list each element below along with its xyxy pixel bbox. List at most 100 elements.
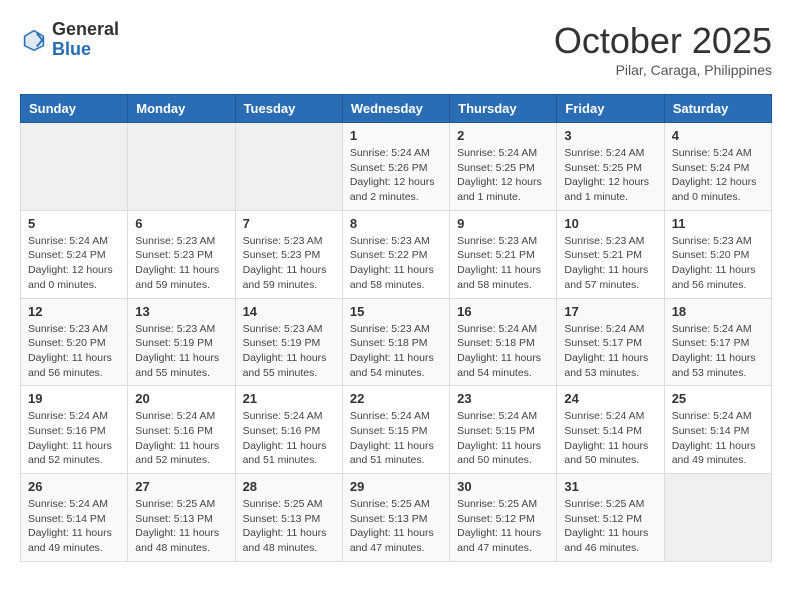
location-text: Pilar, Caraga, Philippines: [554, 62, 772, 78]
day-number: 9: [457, 216, 549, 231]
day-info: Sunrise: 5:24 AM Sunset: 5:18 PM Dayligh…: [457, 322, 549, 381]
day-info: Sunrise: 5:23 AM Sunset: 5:19 PM Dayligh…: [243, 322, 335, 381]
day-info: Sunrise: 5:24 AM Sunset: 5:17 PM Dayligh…: [672, 322, 764, 381]
weekday-header-tuesday: Tuesday: [235, 95, 342, 123]
calendar-cell: 13 Sunrise: 5:23 AM Sunset: 5:19 PM Dayli…: [128, 298, 235, 386]
calendar-cell: 21Sunrise: 5:24 AM Sunset: 5:16 PM Dayli…: [235, 386, 342, 474]
day-number: 7: [243, 216, 335, 231]
day-number: 12: [28, 304, 120, 319]
calendar-cell: 19 Sunrise: 5:24 AM Sunset: 5:16 PM Dayli…: [21, 386, 128, 474]
calendar-cell: 2 Sunrise: 5:24 AM Sunset: 5:25 PM Daylig…: [450, 123, 557, 211]
day-number: 25: [672, 391, 764, 406]
day-info: Sunrise: 5:24 AM Sunset: 5:14 PM Dayligh…: [672, 409, 764, 468]
calendar-cell: 26 Sunrise: 5:24 AM Sunset: 5:14 PM Dayli…: [21, 474, 128, 562]
calendar-table: SundayMondayTuesdayWednesdayThursdayFrid…: [20, 94, 772, 562]
logo-blue-text: Blue: [52, 39, 91, 59]
weekday-header-sunday: Sunday: [21, 95, 128, 123]
day-number: 2: [457, 128, 549, 143]
day-info: Sunrise: 5:24 AM Sunset: 5:24 PM Dayligh…: [672, 146, 764, 205]
calendar-cell: [664, 474, 771, 562]
calendar-cell: 11Sunrise: 5:23 AM Sunset: 5:20 PM Dayli…: [664, 210, 771, 298]
calendar-cell: 23 Sunrise: 5:24 AM Sunset: 5:15 PM Dayli…: [450, 386, 557, 474]
calendar-cell: 14 Sunrise: 5:23 AM Sunset: 5:19 PM Dayli…: [235, 298, 342, 386]
day-number: 26: [28, 479, 120, 494]
day-info: Sunrise: 5:25 AM Sunset: 5:13 PM Dayligh…: [243, 497, 335, 556]
week-row-2: 5Sunrise: 5:24 AM Sunset: 5:24 PM Daylig…: [21, 210, 772, 298]
calendar-cell: 17 Sunrise: 5:24 AM Sunset: 5:17 PM Dayli…: [557, 298, 664, 386]
weekday-header-wednesday: Wednesday: [342, 95, 449, 123]
weekday-header-saturday: Saturday: [664, 95, 771, 123]
day-number: 20: [135, 391, 227, 406]
day-info: Sunrise: 5:23 AM Sunset: 5:19 PM Dayligh…: [135, 322, 227, 381]
day-info: Sunrise: 5:24 AM Sunset: 5:16 PM Dayligh…: [243, 409, 335, 468]
title-block: October 2025 Pilar, Caraga, Philippines: [554, 20, 772, 78]
logo-icon: [20, 26, 48, 54]
logo: General Blue: [20, 20, 119, 60]
calendar-cell: 6Sunrise: 5:23 AM Sunset: 5:23 PM Daylig…: [128, 210, 235, 298]
calendar-cell: 4 Sunrise: 5:24 AM Sunset: 5:24 PM Daylig…: [664, 123, 771, 211]
day-number: 8: [350, 216, 442, 231]
day-number: 13: [135, 304, 227, 319]
day-number: 17: [564, 304, 656, 319]
weekday-header-friday: Friday: [557, 95, 664, 123]
weekday-header-thursday: Thursday: [450, 95, 557, 123]
day-info: Sunrise: 5:24 AM Sunset: 5:15 PM Dayligh…: [457, 409, 549, 468]
day-info: Sunrise: 5:25 AM Sunset: 5:12 PM Dayligh…: [564, 497, 656, 556]
calendar-cell: 3 Sunrise: 5:24 AM Sunset: 5:25 PM Daylig…: [557, 123, 664, 211]
calendar-cell: [235, 123, 342, 211]
day-number: 28: [243, 479, 335, 494]
day-info: Sunrise: 5:23 AM Sunset: 5:23 PM Dayligh…: [243, 234, 335, 293]
week-row-1: 1Sunrise: 5:24 AM Sunset: 5:26 PM Daylig…: [21, 123, 772, 211]
day-info: Sunrise: 5:23 AM Sunset: 5:21 PM Dayligh…: [564, 234, 656, 293]
day-number: 18: [672, 304, 764, 319]
day-number: 22: [350, 391, 442, 406]
calendar-cell: 10Sunrise: 5:23 AM Sunset: 5:21 PM Dayli…: [557, 210, 664, 298]
day-number: 27: [135, 479, 227, 494]
day-info: Sunrise: 5:24 AM Sunset: 5:25 PM Dayligh…: [457, 146, 549, 205]
calendar-cell: 1Sunrise: 5:24 AM Sunset: 5:26 PM Daylig…: [342, 123, 449, 211]
day-info: Sunrise: 5:24 AM Sunset: 5:24 PM Dayligh…: [28, 234, 120, 293]
day-info: Sunrise: 5:24 AM Sunset: 5:14 PM Dayligh…: [28, 497, 120, 556]
calendar-cell: 24 Sunrise: 5:24 AM Sunset: 5:14 PM Dayli…: [557, 386, 664, 474]
month-title: October 2025: [554, 20, 772, 62]
day-info: Sunrise: 5:24 AM Sunset: 5:14 PM Dayligh…: [564, 409, 656, 468]
day-info: Sunrise: 5:23 AM Sunset: 5:21 PM Dayligh…: [457, 234, 549, 293]
calendar-cell: 5Sunrise: 5:24 AM Sunset: 5:24 PM Daylig…: [21, 210, 128, 298]
week-row-3: 12Sunrise: 5:23 AM Sunset: 5:20 PM Dayli…: [21, 298, 772, 386]
day-number: 23: [457, 391, 549, 406]
day-number: 6: [135, 216, 227, 231]
day-number: 24: [564, 391, 656, 406]
day-info: Sunrise: 5:24 AM Sunset: 5:17 PM Dayligh…: [564, 322, 656, 381]
calendar-cell: [21, 123, 128, 211]
day-info: Sunrise: 5:24 AM Sunset: 5:15 PM Dayligh…: [350, 409, 442, 468]
calendar-cell: 22 Sunrise: 5:24 AM Sunset: 5:15 PM Dayli…: [342, 386, 449, 474]
page-header: General Blue October 2025 Pilar, Caraga,…: [20, 20, 772, 78]
calendar-cell: 16 Sunrise: 5:24 AM Sunset: 5:18 PM Dayli…: [450, 298, 557, 386]
calendar-cell: 18 Sunrise: 5:24 AM Sunset: 5:17 PM Dayli…: [664, 298, 771, 386]
calendar-cell: 30Sunrise: 5:25 AM Sunset: 5:12 PM Dayli…: [450, 474, 557, 562]
calendar-cell: 20 Sunrise: 5:24 AM Sunset: 5:16 PM Dayli…: [128, 386, 235, 474]
day-info: Sunrise: 5:24 AM Sunset: 5:16 PM Dayligh…: [135, 409, 227, 468]
day-number: 14: [243, 304, 335, 319]
day-number: 31: [564, 479, 656, 494]
weekday-header-monday: Monday: [128, 95, 235, 123]
calendar-cell: 25 Sunrise: 5:24 AM Sunset: 5:14 PM Dayli…: [664, 386, 771, 474]
day-number: 30: [457, 479, 549, 494]
day-number: 1: [350, 128, 442, 143]
week-row-5: 26 Sunrise: 5:24 AM Sunset: 5:14 PM Dayli…: [21, 474, 772, 562]
calendar-cell: 15Sunrise: 5:23 AM Sunset: 5:18 PM Dayli…: [342, 298, 449, 386]
calendar-cell: [128, 123, 235, 211]
day-number: 16: [457, 304, 549, 319]
week-row-4: 19 Sunrise: 5:24 AM Sunset: 5:16 PM Dayli…: [21, 386, 772, 474]
calendar-cell: 7 Sunrise: 5:23 AM Sunset: 5:23 PM Daylig…: [235, 210, 342, 298]
day-info: Sunrise: 5:24 AM Sunset: 5:25 PM Dayligh…: [564, 146, 656, 205]
logo-general-text: General: [52, 19, 119, 39]
calendar-cell: 8Sunrise: 5:23 AM Sunset: 5:22 PM Daylig…: [342, 210, 449, 298]
calendar-cell: 9 Sunrise: 5:23 AM Sunset: 5:21 PM Daylig…: [450, 210, 557, 298]
day-number: 19: [28, 391, 120, 406]
day-info: Sunrise: 5:24 AM Sunset: 5:16 PM Dayligh…: [28, 409, 120, 468]
day-number: 3: [564, 128, 656, 143]
day-number: 4: [672, 128, 764, 143]
calendar-cell: 27Sunrise: 5:25 AM Sunset: 5:13 PM Dayli…: [128, 474, 235, 562]
calendar-cell: 31 Sunrise: 5:25 AM Sunset: 5:12 PM Dayli…: [557, 474, 664, 562]
